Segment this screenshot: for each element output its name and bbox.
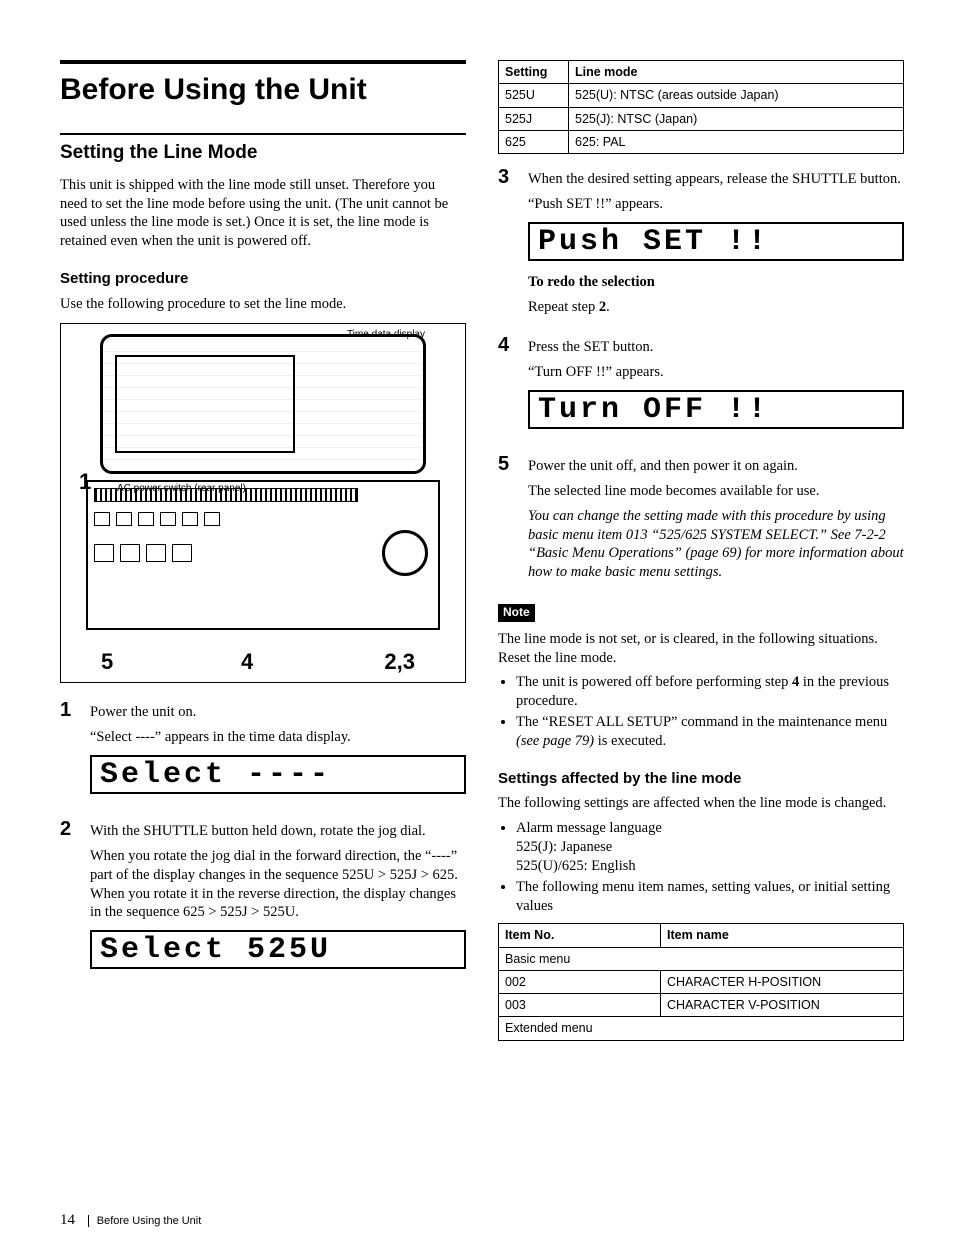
lcd-display: Push SET !!	[528, 222, 904, 261]
step-number: 5	[498, 451, 518, 588]
list-item: The unit is powered off before performin…	[516, 673, 904, 711]
table-row: 525J525(J): NTSC (Japan)	[499, 107, 904, 130]
fig-callout-5: 5	[101, 648, 113, 677]
table-header: Item No.	[499, 924, 661, 947]
item-table: Item No. Item name Basic menu 002CHARACT…	[498, 923, 904, 1040]
step-text: Press the SET button.	[528, 338, 904, 357]
note-list: The unit is powered off before performin…	[498, 673, 904, 750]
lcd-display: Select ----	[90, 755, 466, 794]
step-4: 4 Press the SET button. “Turn OFF !!” ap…	[498, 332, 904, 441]
note-lead: The line mode is not set, or is cleared,…	[498, 630, 904, 668]
affected-lead: The following settings are affected when…	[498, 794, 904, 813]
subsection-procedure: Setting procedure	[60, 269, 466, 289]
table-row: Extended menu	[499, 1017, 904, 1040]
footer-chapter: Before Using the Unit	[88, 1215, 202, 1227]
table-header: Setting	[499, 61, 569, 84]
step-text: “Select ----” appears in the time data d…	[90, 728, 466, 747]
redo-body: Repeat step 2.	[528, 298, 904, 317]
step-text: “Turn OFF !!” appears.	[528, 363, 904, 382]
step-2: 2 With the SHUTTLE button held down, rot…	[60, 816, 466, 981]
step-5: 5 Power the unit off, and then power it …	[498, 451, 904, 588]
redo-heading: To redo the selection	[528, 273, 904, 292]
device-diagram: Time data display AC power switch (rear …	[60, 323, 466, 683]
fig-callout-23: 2,3	[384, 648, 415, 677]
step-text: When the desired setting appears, releas…	[528, 170, 904, 189]
procedure-lead: Use the following procedure to set the l…	[60, 295, 466, 314]
jog-dial-icon	[382, 530, 428, 576]
table-row: 003CHARACTER V-POSITION	[499, 994, 904, 1017]
chapter-title: Before Using the Unit	[60, 70, 466, 109]
step-text: Power the unit off, and then power it on…	[528, 457, 904, 476]
note-badge: Note	[498, 604, 535, 622]
table-row: Basic menu	[499, 947, 904, 970]
chapter-rule	[60, 60, 466, 64]
fig-upper-unit	[100, 334, 426, 474]
step-text: The selected line mode becomes available…	[528, 482, 904, 501]
step-3: 3 When the desired setting appears, rele…	[498, 164, 904, 322]
step-1: 1 Power the unit on. “Select ----” appea…	[60, 697, 466, 806]
fig-lower-panel	[86, 480, 439, 630]
page-footer: 14 Before Using the Unit	[60, 1211, 201, 1231]
step-number: 4	[498, 332, 518, 441]
intro-paragraph: This unit is shipped with the line mode …	[60, 176, 466, 251]
step-text: When you rotate the jog dial in the forw…	[90, 847, 466, 922]
step-number: 3	[498, 164, 518, 322]
step-text: Power the unit on.	[90, 703, 466, 722]
step-text: With the SHUTTLE button held down, rotat…	[90, 822, 466, 841]
table-row: 525U525(U): NTSC (areas outside Japan)	[499, 84, 904, 107]
section-rule	[60, 133, 466, 135]
list-item: The following menu item names, setting v…	[516, 878, 904, 916]
lcd-display: Select 525U	[90, 930, 466, 969]
table-header: Item name	[661, 924, 904, 947]
affected-list: Alarm message language 525(J): Japanese …	[498, 819, 904, 915]
step-number: 2	[60, 816, 80, 981]
list-item: Alarm message language 525(J): Japanese …	[516, 819, 904, 876]
fig-callout-1: 1	[79, 468, 91, 497]
subsection-affected: Settings affected by the line mode	[498, 769, 904, 789]
step-number: 1	[60, 697, 80, 806]
section-title: Setting the Line Mode	[60, 141, 466, 166]
step-note-italic: You can change the setting made with thi…	[528, 507, 904, 582]
list-item: The “RESET ALL SETUP” command in the mai…	[516, 713, 904, 751]
page-number: 14	[60, 1212, 75, 1228]
table-header: Line mode	[569, 61, 904, 84]
fig-callout-4: 4	[241, 648, 253, 677]
line-mode-table: Setting Line mode 525U525(U): NTSC (area…	[498, 60, 904, 154]
table-row: 002CHARACTER H-POSITION	[499, 970, 904, 993]
step-text: “Push SET !!” appears.	[528, 195, 904, 214]
lcd-display: Turn OFF !!	[528, 390, 904, 429]
table-row: 625625: PAL	[499, 130, 904, 153]
